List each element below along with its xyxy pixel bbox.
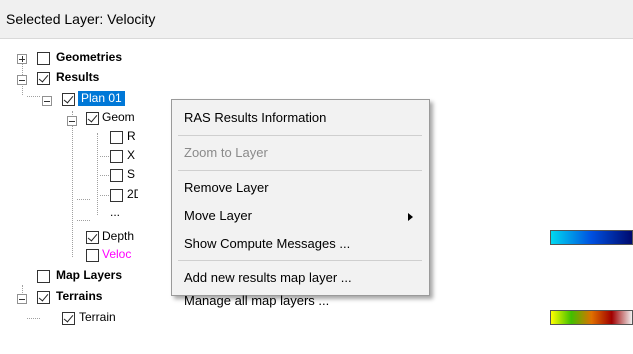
terrain-legend-bar	[550, 310, 633, 325]
checkbox-icon[interactable]	[86, 231, 99, 244]
selected-layer-label: Selected Layer: Velocity	[6, 11, 156, 27]
expand-icon[interactable]	[17, 54, 27, 64]
tree-guide	[77, 199, 90, 200]
checkbox-icon[interactable]	[110, 189, 123, 202]
menu-separator	[178, 170, 422, 171]
menu-item-move-layer[interactable]: Move Layer	[184, 208, 252, 223]
menu-item-add-results-map-layer[interactable]: Add new results map layer ...	[184, 270, 352, 285]
checkbox-icon[interactable]	[62, 93, 75, 106]
tree-item-child[interactable]: 2D	[127, 187, 138, 202]
tree-item-map-layers[interactable]: Map Layers	[56, 268, 122, 283]
tree-item-geometries[interactable]: Geometries	[56, 50, 122, 65]
tree-guide	[100, 175, 109, 176]
collapse-icon[interactable]	[17, 75, 27, 85]
tree-item-results[interactable]: Results	[56, 70, 99, 85]
context-menu[interactable]: RAS Results Information Zoom to Layer Re…	[171, 99, 430, 308]
menu-item-show-compute-messages[interactable]: Show Compute Messages ...	[184, 236, 350, 251]
tree-item-child[interactable]: R	[127, 129, 138, 144]
checkbox-icon[interactable]	[62, 312, 75, 325]
menu-separator	[178, 135, 422, 136]
tree-item-terrain[interactable]: Terrain	[79, 310, 116, 325]
submenu-arrow-icon	[408, 213, 413, 221]
menu-item-manage-map-layers[interactable]: Manage all map layers ...	[184, 293, 329, 308]
tree-guide	[97, 133, 98, 215]
collapse-icon[interactable]	[67, 116, 77, 126]
tree-item-child[interactable]: S	[127, 167, 138, 182]
tree-item-velocity[interactable]: Veloc	[102, 247, 138, 262]
layer-header: Selected Layer: Velocity	[0, 0, 633, 39]
depth-legend-bar	[550, 230, 633, 245]
tree-item-depth[interactable]: Depth	[102, 229, 138, 244]
tree-guide	[77, 220, 90, 221]
checkbox-icon[interactable]	[37, 291, 50, 304]
menu-item-remove-layer[interactable]: Remove Layer	[184, 180, 269, 195]
tree-item-plan[interactable]: Plan 01	[78, 91, 125, 106]
tree-guide	[100, 156, 109, 157]
tree-item-child[interactable]: X	[127, 148, 138, 163]
tree-item-terrains[interactable]: Terrains	[56, 289, 102, 304]
checkbox-icon[interactable]	[86, 112, 99, 125]
tree-item-more: ...	[110, 205, 121, 219]
checkbox-icon[interactable]	[37, 52, 50, 65]
collapse-icon[interactable]	[17, 294, 27, 304]
menu-item-ras-results-information[interactable]: RAS Results Information	[184, 110, 326, 125]
checkbox-icon[interactable]	[37, 270, 50, 283]
checkbox-icon[interactable]	[110, 131, 123, 144]
tree-guide	[72, 111, 73, 257]
checkbox-icon[interactable]	[86, 249, 99, 262]
tree-item-geometry[interactable]: Geom	[102, 110, 138, 125]
menu-item-zoom-to-layer[interactable]: Zoom to Layer	[184, 145, 268, 160]
tree-guide	[27, 96, 40, 97]
checkbox-icon[interactable]	[110, 150, 123, 163]
collapse-icon[interactable]	[42, 96, 52, 106]
menu-separator	[178, 260, 422, 261]
tree-guide	[27, 318, 40, 319]
checkbox-icon[interactable]	[37, 72, 50, 85]
tree-guide	[100, 195, 109, 196]
checkbox-icon[interactable]	[110, 169, 123, 182]
